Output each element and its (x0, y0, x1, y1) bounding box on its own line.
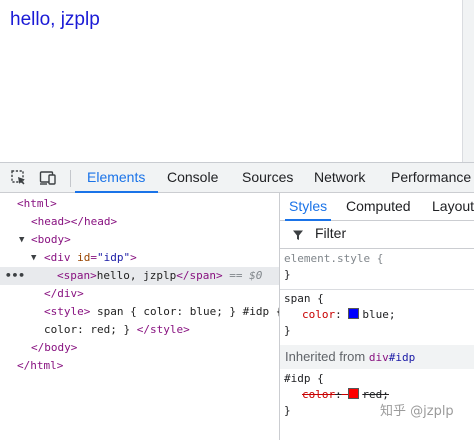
styles-subtabs: Styles Computed Layout (280, 193, 474, 221)
style-open-tag: <style> (44, 305, 91, 318)
idp-overridden-declaration[interactable]: color: red; (302, 387, 389, 403)
html-open-tag: <html> (17, 197, 57, 210)
tab-elements[interactable]: Elements (74, 163, 159, 193)
filter-label: Filter (315, 225, 347, 241)
div-expand-triangle-icon[interactable]: ▼ (31, 253, 36, 263)
tab-sources[interactable]: Sources (242, 163, 293, 192)
devtools-panel: Elements Console Sources Network Perform… (0, 162, 474, 440)
dom-html-open[interactable]: <html> (17, 195, 57, 213)
head-tag: <head></head> (31, 215, 118, 228)
style-text-1: span { color: blue; } #idp { (90, 305, 283, 318)
subtab-styles[interactable]: Styles (284, 193, 332, 221)
dom-div-open[interactable]: <div id="idp"> (44, 249, 137, 267)
dom-html-close[interactable]: </html> (17, 357, 63, 375)
inspect-element-icon[interactable] (10, 169, 28, 187)
subtab-layout[interactable]: Layout (432, 193, 474, 220)
dom-body-close[interactable]: </body> (31, 339, 77, 357)
watermark: 知乎 @jzplp (380, 404, 454, 419)
div-open-tag: <div (44, 251, 71, 264)
inherited-id[interactable]: #idp (389, 351, 416, 364)
span-rule-selector: span { (284, 292, 324, 305)
color-swatch-blue[interactable] (348, 308, 360, 319)
dom-div-close[interactable]: </div> (44, 285, 84, 303)
style-text-2: color: red; } (44, 323, 137, 336)
tab-performance[interactable]: Performance (391, 163, 471, 192)
dom-style-line-1[interactable]: <style> span { color: blue; } #idp { (44, 303, 282, 321)
span-open-tag: <span> (57, 269, 97, 282)
rule-divider (280, 289, 474, 290)
elements-dom-tree: <html> <head></head> ▼ <body> ▼ <div id=… (0, 193, 282, 440)
more-actions-icon[interactable]: ••• (5, 267, 25, 285)
div-attr-name: id (77, 251, 91, 264)
device-toolbar-icon[interactable] (38, 169, 56, 187)
body-close-tag: </body> (31, 341, 78, 354)
page-scrollbar[interactable] (462, 0, 474, 162)
body-expand-triangle-icon[interactable]: ▼ (19, 235, 24, 245)
inherited-label: Inherited from (285, 349, 366, 364)
div-tag-close: > (130, 251, 137, 264)
inherited-from-header: Inherited from div#idp (280, 345, 474, 369)
tab-network[interactable]: Network (314, 163, 365, 192)
page-hello-text: hello, jzplp (10, 9, 100, 30)
div-attr-value: "idp" (97, 251, 131, 264)
dom-style-line-2[interactable]: color: red; } </style> (44, 321, 190, 339)
tab-console[interactable]: Console (167, 163, 218, 192)
idp-color-property[interactable]: color (302, 388, 335, 401)
span-colon: : (335, 308, 342, 321)
div-close-tag: </div> (44, 287, 84, 300)
dom-body-open[interactable]: <body> (31, 231, 71, 249)
html-close-tag: </html> (17, 359, 64, 372)
filter-icon (293, 230, 303, 240)
color-swatch-red[interactable] (348, 388, 360, 399)
span-color-property[interactable]: color (302, 308, 335, 321)
dom-head[interactable]: <head></head> (31, 213, 117, 231)
style-close-tag: </style> (136, 323, 190, 336)
inherited-tag[interactable]: div (369, 351, 389, 364)
selected-marker: == $0 (229, 269, 263, 282)
idp-colon: : (335, 388, 342, 401)
idp-rule-selector: #idp { (284, 372, 324, 385)
toolbar-separator (70, 170, 71, 187)
element-style-close: } (284, 268, 291, 281)
span-color-value[interactable]: blue (362, 308, 389, 321)
span-close-tag: </span> (176, 269, 223, 282)
body-open-tag: <body> (31, 233, 71, 246)
span-rule-close: } (284, 324, 291, 337)
idp-rule-close: } (284, 404, 291, 417)
page-viewport: hello, jzplp (0, 0, 474, 162)
element-style-selector: element.style { (284, 252, 384, 265)
subtab-computed[interactable]: Computed (346, 193, 411, 220)
dom-span-selected-row[interactable]: ••• <span>hello, jzplp</span> == $0 (0, 267, 279, 285)
styles-filter[interactable]: Filter (280, 221, 474, 249)
span-text-node: hello, jzplp (96, 269, 177, 282)
devtools-tabbar: Elements Console Sources Network Perform… (0, 163, 474, 193)
span-semicolon: ; (388, 308, 396, 321)
